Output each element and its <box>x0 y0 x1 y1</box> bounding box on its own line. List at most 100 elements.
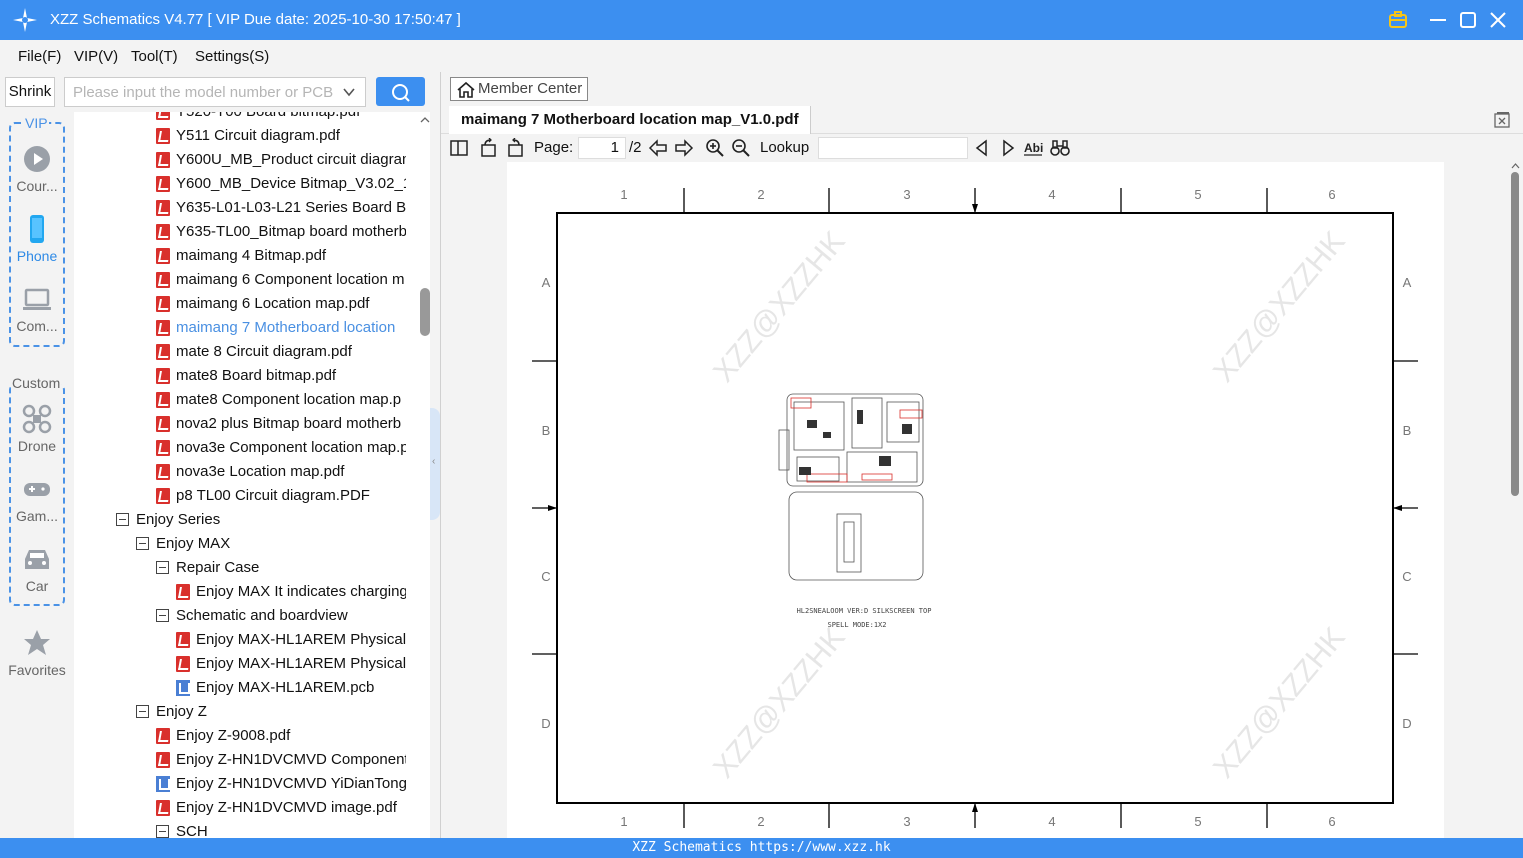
tree-file-item[interactable]: mate8 Board bitmap.pdf <box>156 364 406 388</box>
tree-file-item[interactable]: Y635-L01-L03-L21 Series Board Bitm <box>156 196 406 220</box>
star-icon <box>24 630 50 655</box>
collapse-toggle-icon[interactable] <box>156 825 169 838</box>
chevron-down-icon[interactable] <box>341 84 357 100</box>
search-input[interactable] <box>65 78 335 106</box>
tree-file-item[interactable]: Enjoy Z-HN1DVCMVD YiDianTong <box>156 772 406 796</box>
pdf-viewer[interactable]: 1 2 3 4 5 6 1 2 3 4 5 6 A B C D A B C D <box>441 162 1508 838</box>
tree-folder-item[interactable]: Enjoy MAX <box>136 532 406 556</box>
pdf-file-icon <box>156 464 170 480</box>
tree-file-item[interactable]: Y635-TL00_Bitmap board motherbo <box>156 220 406 244</box>
vip-briefcase-icon[interactable] <box>1386 8 1410 32</box>
tab-document[interactable]: maimang 7 Motherboard location map_V1.0.… <box>449 106 811 134</box>
col-label-top: 5 <box>1194 187 1201 202</box>
rotate-right-icon[interactable] <box>505 138 525 158</box>
find-previous-icon[interactable] <box>972 138 992 158</box>
shrink-button[interactable]: Shrink <box>5 77 55 107</box>
tree-file-item[interactable]: Enjoy Z-9008.pdf <box>156 724 406 748</box>
collapse-toggle-icon[interactable] <box>156 561 169 574</box>
viewer-scrollbar[interactable] <box>1508 162 1523 838</box>
tree-file-item[interactable]: Y511 Circuit diagram.pdf <box>156 124 406 148</box>
tree-file-item[interactable]: maimang 7 Motherboard location <box>156 316 406 340</box>
sidebar-item-courses[interactable]: Cour... <box>4 144 70 194</box>
search-button[interactable] <box>376 77 425 106</box>
tree-folder-item[interactable]: Enjoy Z <box>136 700 406 724</box>
tree-scrollbar[interactable] <box>420 112 430 838</box>
find-all-binoculars-icon[interactable] <box>1050 138 1070 158</box>
file-tree: Y520-T00 Board bitmap.pdf Y511 Circuit di… <box>74 112 430 838</box>
viewer-scroll-thumb[interactable] <box>1511 172 1519 496</box>
tree-file-item[interactable]: Enjoy Z-HN1DVCMVD image.pdf <box>156 796 406 820</box>
pdf-file-icon <box>156 152 170 168</box>
menu-settings[interactable]: Settings(S) <box>195 48 269 65</box>
zoom-out-icon[interactable] <box>731 138 751 158</box>
member-center-button[interactable]: Member Center <box>450 77 588 101</box>
collapse-toggle-icon[interactable] <box>136 705 149 718</box>
scroll-up-icon[interactable] <box>420 116 430 124</box>
previous-page-icon[interactable] <box>648 138 668 158</box>
tree-folder-item[interactable]: Repair Case <box>156 556 406 580</box>
tree-folder-item[interactable]: SCH <box>156 820 406 838</box>
pdf-file-icon <box>156 728 170 744</box>
tree-folder-item[interactable]: Schematic and boardview <box>156 604 406 628</box>
collapse-toggle-icon[interactable] <box>116 513 129 526</box>
collapse-toggle-icon[interactable] <box>136 537 149 550</box>
tree-file-item[interactable]: Enjoy MAX-HL1AREM Physical l <box>176 628 406 652</box>
scroll-up-icon[interactable] <box>1511 162 1520 169</box>
page-number-input[interactable]: 1 <box>578 137 626 159</box>
menu-file[interactable]: File(F) <box>18 48 61 65</box>
tree-scroll-thumb[interactable] <box>420 288 430 336</box>
tree-file-item[interactable]: mate8 Component location map.p <box>156 388 406 412</box>
toggle-sidebar-icon[interactable] <box>449 138 469 158</box>
status-bar: XZZ Schematics https://www.xzz.hk <box>0 838 1523 858</box>
tree-file-item[interactable]: mate 8 Circuit diagram.pdf <box>156 340 406 364</box>
tree-file-item[interactable]: Enjoy Z-HN1DVCMVD Component <box>156 748 406 772</box>
close-icon[interactable] <box>1486 8 1510 32</box>
tree-file-item[interactable]: p8 TL00 Circuit diagram.PDF <box>156 484 406 508</box>
rotate-left-icon[interactable] <box>479 138 499 158</box>
sidebar-item-car[interactable]: Car <box>4 544 70 594</box>
tree-file-item[interactable]: nova3e Location map.pdf <box>156 460 406 484</box>
collapse-toggle-icon[interactable] <box>156 609 169 622</box>
tree-item-label: mate8 Component location map.p <box>176 391 402 408</box>
close-tab-icon[interactable] <box>1493 111 1511 129</box>
zoom-in-icon[interactable] <box>705 138 725 158</box>
next-page-icon[interactable] <box>674 138 694 158</box>
menu-tool[interactable]: Tool(T) <box>131 48 178 65</box>
tree-item-label: SCH <box>176 823 208 838</box>
tree-file-item[interactable]: Y520-T00 Board bitmap.pdf <box>156 112 406 124</box>
sidebar-item-game[interactable]: Gam... <box>4 474 70 524</box>
menu-vip[interactable]: VIP(V) <box>74 48 118 65</box>
model-search-combo[interactable] <box>64 77 366 107</box>
lookup-input[interactable] <box>818 137 968 159</box>
pdf-file-icon <box>156 416 170 432</box>
sidebar-item-label: Cour... <box>16 178 58 194</box>
sidebar-item-label: Phone <box>16 248 58 264</box>
tree-file-item[interactable]: nova3e Component location map.p <box>156 436 406 460</box>
tree-file-item[interactable]: maimang 6 Location map.pdf <box>156 292 406 316</box>
tree-file-item[interactable]: maimang 6 Component location m <box>156 268 406 292</box>
sidebar-item-favorites[interactable]: Favorites <box>4 628 70 678</box>
pdf-file-icon <box>156 272 170 288</box>
row-label-right: C <box>1402 569 1411 584</box>
pdf-file-icon <box>156 800 170 816</box>
tree-folder-item[interactable]: Enjoy Series <box>116 508 406 532</box>
match-case-icon[interactable]: Abi <box>1023 138 1043 158</box>
minimize-icon[interactable] <box>1426 8 1450 32</box>
tree-file-item[interactable]: Y600_MB_Device Bitmap_V3.02_131 <box>156 172 406 196</box>
maximize-icon[interactable] <box>1456 8 1480 32</box>
tree-file-item[interactable]: Enjoy MAX It indicates charging <box>176 580 406 604</box>
sidebar-item-drone[interactable]: Drone <box>4 404 70 454</box>
find-next-icon[interactable] <box>998 138 1018 158</box>
tree-item-label: maimang 4 Bitmap.pdf <box>176 247 327 264</box>
tree-file-item[interactable]: maimang 4 Bitmap.pdf <box>156 244 406 268</box>
pdf-file-icon <box>156 296 170 312</box>
pdf-file-icon <box>156 248 170 264</box>
tree-file-item[interactable]: Y600U_MB_Product circuit diagram <box>156 148 406 172</box>
sidebar-item-phone[interactable]: Phone <box>4 214 70 264</box>
tree-file-item[interactable]: Enjoy MAX-HL1AREM Physical s <box>176 652 406 676</box>
tree-file-item[interactable]: Enjoy MAX-HL1AREM.pcb <box>176 676 406 700</box>
collapse-panel-handle[interactable]: ‹ <box>430 408 440 520</box>
sidebar-item-computer[interactable]: Com... <box>4 284 70 334</box>
title-bar: XZZ Schematics V4.77 [ VIP Due date: 202… <box>0 0 1523 40</box>
tree-file-item[interactable]: nova2 plus Bitmap board motherb <box>156 412 406 436</box>
